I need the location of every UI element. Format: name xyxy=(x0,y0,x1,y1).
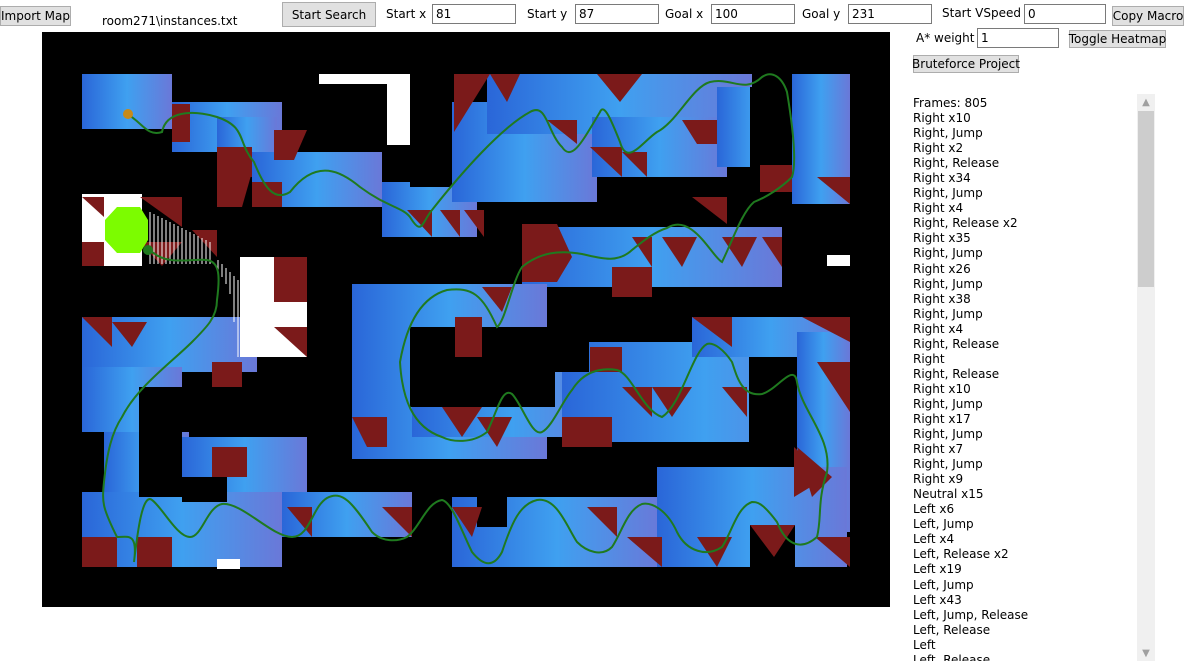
log-line: Right, Release xyxy=(913,366,1000,381)
scroll-up-icon[interactable]: ▲ xyxy=(1137,94,1155,110)
log-line: Left, Release x2 xyxy=(913,547,1009,562)
import-map-button[interactable]: Import Map xyxy=(0,6,71,26)
log-line: Right x4 xyxy=(913,201,964,216)
bruteforce-project-button[interactable]: Bruteforce Project xyxy=(912,55,1020,73)
log-line: Right, Jump xyxy=(913,457,983,472)
log-line: Left, Release xyxy=(913,652,991,661)
log-line: Right x10 xyxy=(913,381,971,396)
start-x-input[interactable] xyxy=(432,4,516,24)
log-line: Left xyxy=(913,637,936,652)
goal-y-input[interactable] xyxy=(848,4,932,24)
log-line: Right x35 xyxy=(913,231,971,246)
goal-x-input[interactable] xyxy=(711,4,795,24)
log-line: Right xyxy=(913,351,945,366)
path-end-dot xyxy=(143,245,153,255)
log-line: Right x4 xyxy=(913,321,964,336)
log-line: Right x10 xyxy=(913,111,971,126)
start-y-input[interactable] xyxy=(575,4,659,24)
start-marker xyxy=(123,109,133,119)
log-line: Left, Jump, Release xyxy=(913,607,1029,622)
log-line: Right x7 xyxy=(913,442,964,457)
goal-y-label: Goal y xyxy=(802,7,841,21)
log-line: Right, Jump xyxy=(913,126,983,141)
start-x-label: Start x xyxy=(386,7,427,21)
log-line: Frames: 805 xyxy=(913,96,988,110)
copy-macro-button[interactable]: Copy Macro xyxy=(1112,6,1184,26)
log-line: Right, Release x2 xyxy=(913,216,1018,231)
log-line: Left, Jump xyxy=(913,577,974,592)
map-canvas[interactable] xyxy=(42,32,890,607)
goal-x-label: Goal x xyxy=(665,7,704,21)
log-line: Left x4 xyxy=(913,532,955,547)
log-line: Right, Jump xyxy=(913,306,983,321)
start-y-label: Start y xyxy=(527,7,568,21)
log-line: Left x43 xyxy=(913,592,962,607)
log-line: Right, Release xyxy=(913,336,1000,351)
log-line: Right, Jump xyxy=(913,396,983,411)
scroll-down-icon[interactable]: ▼ xyxy=(1137,645,1155,661)
log-line: Right x38 xyxy=(913,291,971,306)
macro-output-list[interactable]: Frames: 805 Right x10 Right, Jump Right x2 R… xyxy=(913,96,1135,661)
astar-weight-label: A* weight xyxy=(916,31,975,45)
log-line: Left, Jump xyxy=(913,517,974,532)
log-scrollbar[interactable]: ▲ ▼ xyxy=(1137,94,1155,661)
log-line: Right, Release xyxy=(913,156,1000,171)
start-vspeed-input[interactable] xyxy=(1024,4,1106,24)
log-line: Left, Release xyxy=(913,622,991,637)
log-line: Right, Jump xyxy=(913,427,983,442)
start-search-button[interactable]: Start Search xyxy=(282,2,376,27)
astar-weight-input[interactable] xyxy=(977,28,1059,48)
scroll-thumb[interactable] xyxy=(1138,111,1154,287)
log-line: Left x6 xyxy=(913,502,955,517)
log-line: Right, Jump xyxy=(913,246,983,261)
log-line: Right x34 xyxy=(913,171,971,186)
log-line: Neutral x15 xyxy=(913,487,984,502)
log-line: Right, Jump xyxy=(913,186,983,201)
log-line: Left x19 xyxy=(913,562,962,577)
log-line: Right x2 xyxy=(913,141,964,156)
start-vspeed-label: Start VSpeed xyxy=(942,6,1021,20)
log-line: Right, Jump xyxy=(913,276,983,291)
toggle-heatmap-button[interactable]: Toggle Heatmap xyxy=(1069,30,1166,48)
map-svg xyxy=(42,32,890,607)
log-line: Right x9 xyxy=(913,472,964,487)
file-name-label: room271\instances.txt xyxy=(102,14,238,28)
goal-marker xyxy=(105,207,148,253)
log-line: Right x26 xyxy=(913,261,971,276)
log-line: Right x17 xyxy=(913,411,971,426)
